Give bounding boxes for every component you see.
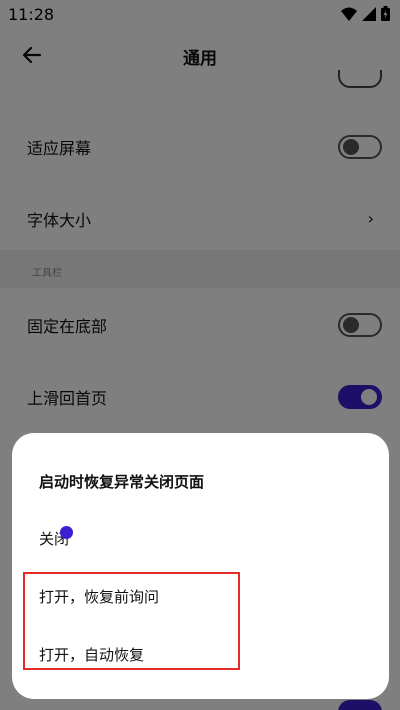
- touch-indicator: [60, 526, 73, 539]
- option-off[interactable]: 关闭: [39, 518, 339, 558]
- highlight-box: [23, 572, 240, 670]
- dialog-title: 启动时恢复异常关闭页面: [39, 473, 205, 491]
- restore-pages-dialog: 启动时恢复异常关闭页面 关闭 打开，恢复前询问 打开，自动恢复: [12, 433, 389, 699]
